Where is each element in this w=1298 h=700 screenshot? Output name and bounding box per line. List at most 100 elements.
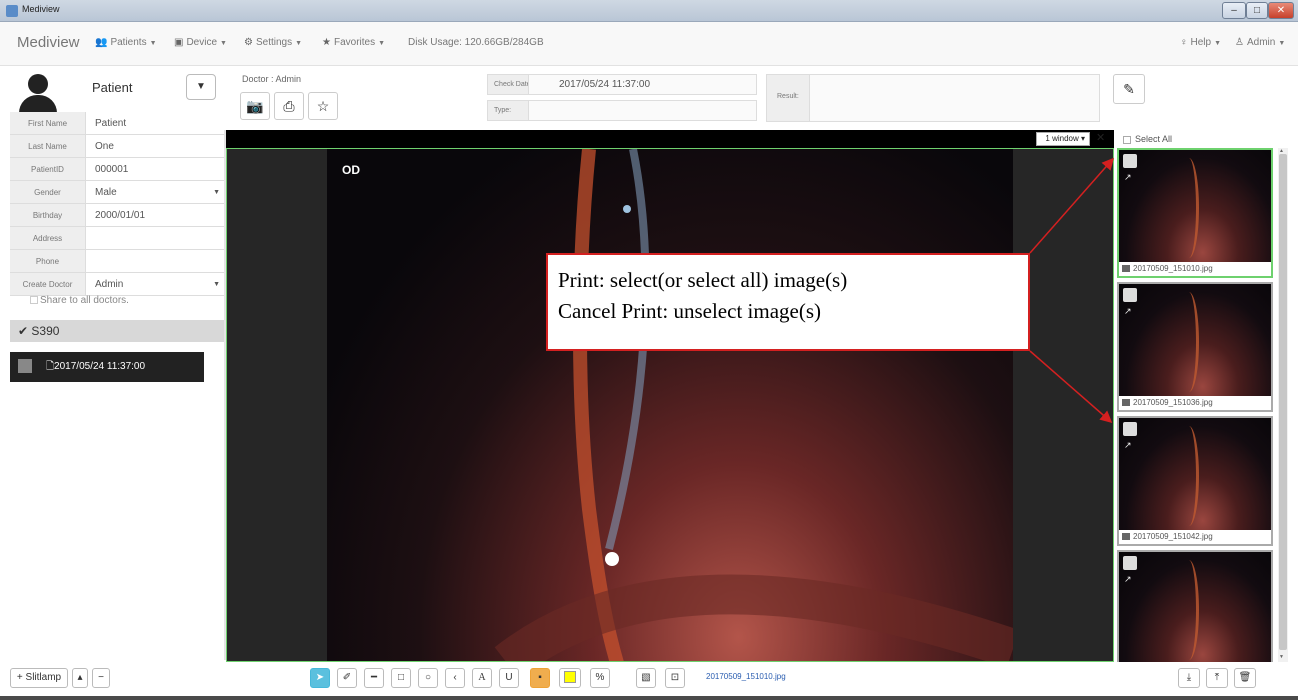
patient-form: First Name Patient Last Name One PatientID… (10, 112, 224, 296)
checkbox-icon (1123, 135, 1131, 144)
thumbnail-checkbox[interactable] (1123, 556, 1137, 570)
link-icon: % (595, 672, 605, 683)
tool-text[interactable]: A (472, 668, 492, 688)
nav-settings[interactable]: ⚙ Settings ▼ (244, 37, 302, 48)
line-icon: ━ (370, 672, 378, 683)
gender-select[interactable]: Male ▼ (86, 181, 224, 203)
window-bottom-border (0, 696, 1298, 700)
tool-fit[interactable]: ⊡ (665, 668, 685, 688)
device-group-header[interactable]: ✔︎ S390 (10, 320, 224, 342)
underline-icon: U (505, 672, 513, 683)
tool-eraser[interactable]: ✐ (337, 668, 357, 688)
thumbnail-item[interactable]: ↗ 20170509_151042.jpg (1117, 416, 1273, 546)
nav-admin[interactable]: ♙ Admin ▼ (1235, 37, 1285, 48)
record-checkbox[interactable] (18, 359, 32, 374)
export-button[interactable]: ⤓ (1178, 668, 1200, 688)
thumbnail-item[interactable]: ↗ 20170509_151036.jpg (1117, 282, 1273, 412)
trash-icon: ▪ (538, 672, 542, 683)
import-button[interactable]: ⤒ (1206, 668, 1228, 688)
window-titlebar: Mediview – □ ✕ (0, 0, 1298, 22)
tool-circle[interactable]: ○ (418, 668, 438, 688)
angle-icon: ‹ (453, 672, 457, 683)
field-birthday: Birthday 2000/01/01 (10, 204, 224, 227)
eye-structure (494, 149, 1020, 661)
tool-select[interactable]: ➤ (310, 668, 330, 688)
image-icon: ▧ (641, 672, 651, 683)
open-external-icon[interactable]: ↗ (1124, 306, 1132, 317)
tool-line[interactable]: ━ (364, 668, 384, 688)
open-external-icon[interactable]: ↗ (1124, 172, 1132, 183)
tool-rectangle[interactable]: □ (391, 668, 411, 688)
thumbnail-checkbox[interactable] (1123, 422, 1137, 436)
scrollbar-thumb[interactable] (1279, 154, 1287, 650)
result-field: Result: (766, 74, 1100, 122)
import-icon: ⤒ (1214, 672, 1220, 683)
open-external-icon[interactable]: ↗ (1124, 440, 1132, 451)
print-button[interactable]: ⎙ (274, 92, 304, 120)
tool-delete[interactable]: ▪ (530, 668, 550, 688)
patient-id-input[interactable]: 000001 (86, 158, 224, 180)
pencil-icon: ✎ (1123, 81, 1135, 97)
star-outline-icon: ☆ (316, 98, 330, 114)
maximize-button[interactable]: □ (1246, 2, 1268, 19)
tool-link[interactable]: % (590, 668, 610, 688)
first-name-input[interactable]: Patient (86, 112, 224, 134)
patient-collapse-button[interactable]: ▼ (186, 74, 216, 100)
phone-input[interactable] (86, 250, 224, 272)
image-viewer[interactable]: OD (226, 148, 1114, 662)
edit-button[interactable]: ✎ (1113, 74, 1145, 104)
thumbnail-image (1119, 418, 1271, 532)
add-device-button[interactable]: + Slitlamp (10, 668, 68, 688)
caret-down-icon: ▼ (1214, 40, 1222, 47)
user-icon: ♙ (1235, 37, 1244, 48)
minus-icon: − (98, 672, 104, 683)
callout-line-2: Cancel Print: unselect image(s) (558, 299, 822, 323)
fullscreen-icon[interactable]: ✕ (1096, 131, 1105, 144)
result-input[interactable] (809, 75, 1099, 121)
thumbnail-checkbox[interactable] (1123, 154, 1137, 168)
thumbnail-filename: 20170509_151042.jpg (1119, 530, 1271, 544)
nav-favorites[interactable]: ★ Favorites ▼ (322, 37, 385, 48)
brand-logo[interactable]: Mediview (17, 34, 80, 51)
exam-record-item[interactable]: 🗋2017/05/24 11:37:00 (10, 352, 204, 382)
minimize-button[interactable]: – (1222, 2, 1246, 19)
check-date-input[interactable]: 2017/05/24 11:37:00 (528, 75, 756, 94)
thumbnail-image (1119, 284, 1271, 398)
printer-icon: ⎙ (283, 98, 295, 114)
nav-patients[interactable]: 👥 Patients ▼ (95, 37, 157, 48)
address-input[interactable] (86, 227, 224, 249)
birthday-input[interactable]: 2000/01/01 (86, 204, 224, 226)
close-button[interactable]: ✕ (1268, 2, 1294, 19)
thumbnail-item[interactable]: ↗ 20170509_151010.jpg (1117, 148, 1273, 278)
thumbnail-item[interactable]: ↗ (1117, 550, 1273, 662)
field-gender: Gender Male ▼ (10, 181, 224, 204)
move-up-button[interactable]: ▴ (72, 668, 88, 688)
share-checkbox[interactable]: Share to all doctors. (30, 295, 129, 306)
type-input[interactable] (528, 101, 756, 120)
create-doctor-select[interactable]: Admin ▼ (86, 273, 224, 295)
select-all-checkbox[interactable]: Select All (1123, 134, 1172, 144)
exam-info: Check Date: 2017/05/24 11:37:00 Type: (487, 74, 757, 122)
capture-button[interactable]: 📷 (240, 92, 270, 120)
nav-device[interactable]: ▣ Device ▼ (174, 37, 227, 48)
tool-underline[interactable]: U (499, 668, 519, 688)
scroll-down-icon[interactable]: ▼ (1279, 654, 1284, 660)
last-name-input[interactable]: One (86, 135, 224, 157)
field-last-name: Last Name One (10, 135, 224, 158)
tool-color[interactable] (559, 668, 581, 688)
remove-device-button[interactable]: − (92, 668, 110, 688)
delete-button[interactable]: 🗑 (1234, 668, 1256, 688)
caret-down-icon: ▼ (1278, 40, 1286, 47)
open-external-icon[interactable]: ↗ (1124, 574, 1132, 585)
disk-usage: Disk Usage: 120.66GB/284GB (408, 37, 544, 48)
thumbnail-checkbox[interactable] (1123, 288, 1137, 302)
thumbnail-scrollbar[interactable]: ▲ ▼ (1278, 148, 1288, 662)
export-icon: ⤓ (1186, 672, 1192, 683)
nav-help[interactable]: ♀ Help ▼ (1180, 37, 1221, 48)
field-phone: Phone (10, 250, 224, 273)
text-icon: A (478, 672, 486, 683)
favorite-button[interactable]: ☆ (308, 92, 338, 120)
tool-angle[interactable]: ‹ (445, 668, 465, 688)
window-layout-select[interactable]: 1 window ▾ (1036, 132, 1090, 146)
tool-image[interactable]: ▧ (636, 668, 656, 688)
